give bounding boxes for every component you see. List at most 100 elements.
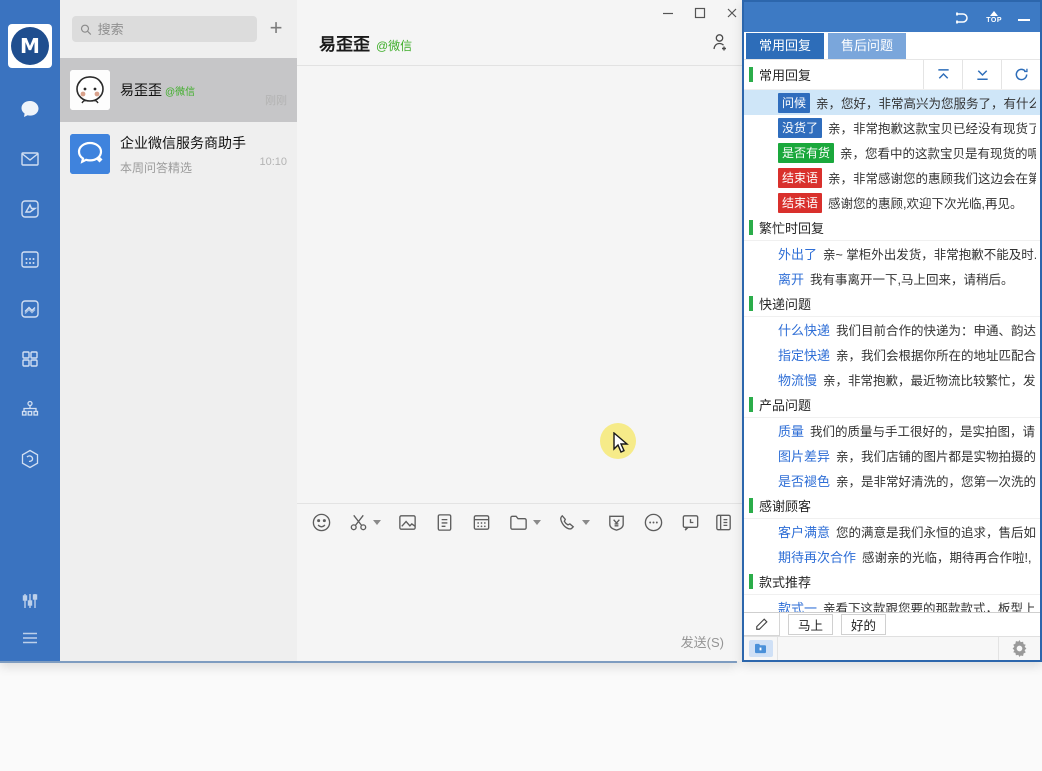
section-header-thanks[interactable]: 感谢顾客 [744, 493, 1040, 519]
quick-reply-list[interactable]: 常用回复 问候亲，您好，非常高兴为您服务了，有什么... 没货了亲，非常抱歉这款… [744, 60, 1040, 612]
emoji-icon[interactable] [311, 512, 332, 533]
org-icon[interactable] [19, 398, 41, 420]
wechat-origin-badge: @微信 [165, 87, 195, 98]
reply-item[interactable]: 是否褪色亲，是非常好清洗的，您第一次洗的... [744, 468, 1040, 493]
phone-icon[interactable] [557, 512, 590, 533]
reply-text: 亲，非常感谢您的惠顾我们这边会在第... [828, 168, 1036, 187]
scroll-bottom-icon[interactable] [962, 60, 1001, 89]
section-title: 常用回复 [759, 65, 917, 84]
reply-item[interactable]: 款式一亲看下这款跟您要的那款款式，板型上... [744, 595, 1040, 612]
refresh-icon[interactable] [1001, 60, 1040, 89]
pin-top-triangle-icon [990, 11, 998, 16]
magnet-snap-icon[interactable] [953, 9, 970, 26]
reply-text: 感谢您的惠顾,欢迎下次光临,再见。 [828, 193, 1036, 212]
section-marker [749, 67, 753, 82]
plugin-cube-icon[interactable] [19, 448, 41, 470]
avatar-wecom-assistant [70, 134, 110, 174]
add-member-icon[interactable] [710, 32, 730, 57]
search-box[interactable] [72, 16, 257, 42]
mail-icon[interactable] [19, 148, 41, 170]
nav-sidebar: M [0, 0, 60, 661]
assistant-minimize-button[interactable] [1018, 13, 1030, 21]
reply-item[interactable]: 结束语感谢您的惠顾,欢迎下次光临,再见。 [744, 190, 1040, 215]
quick-phrase-bar: 马上 好的 [744, 612, 1040, 636]
menu-icon[interactable] [19, 627, 41, 649]
calendar-icon[interactable] [19, 248, 41, 270]
chat-name: 易歪歪 [120, 82, 162, 98]
pin-top-button[interactable]: TOP [986, 11, 1002, 24]
tab-common-replies[interactable]: 常用回复 [746, 33, 824, 59]
reply-item[interactable]: 质量我们的质量与手工很好的，是实拍图，请... [744, 418, 1040, 443]
section-header-busy[interactable]: 繁忙时回复 [744, 215, 1040, 241]
filter-sliders-icon[interactable] [19, 590, 41, 612]
reply-tag: 离开 [778, 269, 804, 288]
message-area[interactable] [297, 66, 748, 503]
chat-list-item-yiwaiwai[interactable]: 易歪歪@微信 刚刚 [60, 58, 297, 122]
folder-button[interactable] [749, 640, 773, 657]
reply-tag: 问候 [778, 93, 810, 113]
section-header-styles[interactable]: 款式推荐 [744, 569, 1040, 595]
reply-item[interactable]: 期待再次合作感谢亲的光临，期待再合作啦!, ... [744, 544, 1040, 569]
file-icon[interactable] [434, 512, 455, 533]
reply-item[interactable]: 客户满意您的满意是我们永恒的追求，售后如... [744, 519, 1040, 544]
payment-icon[interactable] [606, 512, 627, 533]
chat-title-badge: @微信 [376, 39, 412, 53]
caret-down-icon[interactable] [582, 520, 590, 525]
reply-tag: 是否褪色 [778, 471, 830, 490]
reply-text: 亲，非常抱歉，最近物流比较繁忙，发... [823, 370, 1036, 389]
scroll-top-icon[interactable] [923, 60, 962, 89]
calendar-grid-icon[interactable] [471, 512, 492, 533]
quick-phrase-button[interactable]: 好的 [841, 614, 886, 635]
reply-text: 亲，是非常好清洗的，您第一次洗的... [836, 471, 1036, 490]
reply-item[interactable]: 什么快递我们目前合作的快递为：申通、韵达... [744, 317, 1040, 342]
reply-item[interactable]: 物流慢亲，非常抱歉，最近物流比较繁忙，发... [744, 367, 1040, 392]
workspace-icon[interactable] [19, 198, 41, 220]
chat-time: 刚刚 [265, 92, 287, 108]
reply-item[interactable]: 外出了亲~ 掌柜外出发货，非常抱歉不能及时... [744, 241, 1040, 266]
caret-down-icon[interactable] [373, 520, 381, 525]
docs-icon[interactable] [19, 298, 41, 320]
caret-down-icon[interactable] [533, 520, 541, 525]
add-chat-button[interactable]: + [265, 18, 287, 40]
quick-phrase-button[interactable]: 马上 [788, 614, 833, 635]
mouse-cursor [612, 432, 632, 461]
reply-text: 我们目前合作的快递为：申通、韵达... [836, 320, 1036, 339]
reply-item[interactable]: 没货了亲，非常抱歉这款宝贝已经没有现货了... [744, 115, 1040, 140]
reply-item[interactable]: 指定快递亲，我们会根据你所在的地址匹配合... [744, 342, 1040, 367]
apps-icon[interactable] [19, 348, 41, 370]
yiwaiwai-logo[interactable]: M [8, 24, 52, 68]
image-icon[interactable] [397, 512, 418, 533]
reply-text: 亲看下这款跟您要的那款款式，板型上... [823, 598, 1036, 612]
reply-item[interactable]: 是否有货亲，您看中的这款宝贝是有现货的呢... [744, 140, 1040, 165]
chat-icon[interactable] [19, 98, 41, 120]
message-log-icon[interactable] [713, 512, 734, 533]
edit-icon[interactable] [744, 613, 780, 636]
send-button[interactable]: 发送(S) [681, 632, 724, 651]
chat-history-icon[interactable] [680, 512, 701, 533]
reply-item[interactable]: 图片差异亲，我们店铺的图片都是实物拍摄的... [744, 443, 1040, 468]
reply-item[interactable]: 离开我有事离开一下,马上回来，请稍后。 [744, 266, 1040, 291]
wechat-main-window: M [0, 0, 737, 663]
settings-gear-icon[interactable] [998, 637, 1040, 660]
search-input[interactable] [98, 22, 249, 37]
assistant-panel: TOP 常用回复 售后问题 常用回复 问候亲，您好，非常高兴为您服务了，有什么.… [742, 0, 1042, 662]
message-input[interactable] [297, 541, 748, 621]
reply-text: 亲~ 掌柜外出发货，非常抱歉不能及时... [823, 244, 1036, 263]
section-header-product[interactable]: 产品问题 [744, 392, 1040, 418]
section-title: 快递问题 [759, 294, 1040, 313]
reply-item[interactable]: 结束语亲，非常感谢您的惠顾我们这边会在第... [744, 165, 1040, 190]
reply-item[interactable]: 问候亲，您好，非常高兴为您服务了，有什么... [744, 90, 1040, 115]
reply-tag: 是否有货 [778, 143, 834, 163]
more-icon[interactable] [643, 512, 664, 533]
section-marker [749, 498, 753, 513]
section-header-common[interactable]: 常用回复 [744, 60, 1040, 90]
section-title: 产品问题 [759, 395, 1040, 414]
reply-tag: 指定快递 [778, 345, 830, 364]
chat-list-item-service-assistant[interactable]: 企业微信服务商助手 本周问答精选 10:10 [60, 122, 297, 186]
section-header-express[interactable]: 快递问题 [744, 291, 1040, 317]
logo-mark: M [11, 27, 49, 65]
section-marker [749, 220, 753, 235]
folder-icon[interactable] [508, 512, 541, 533]
tab-aftersale-questions[interactable]: 售后问题 [828, 33, 906, 59]
screenshot-scissors-icon[interactable] [348, 512, 381, 533]
